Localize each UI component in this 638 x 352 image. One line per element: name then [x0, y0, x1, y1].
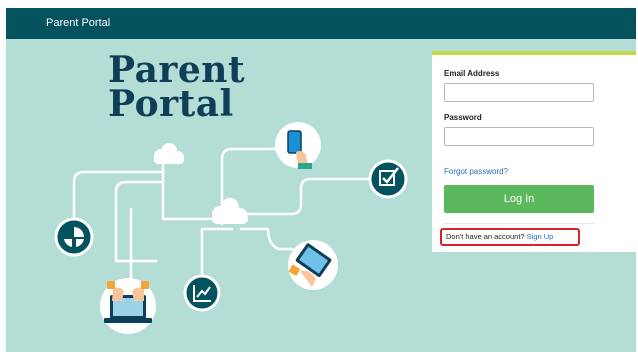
login-card: Email Address Password Forgot password? …	[432, 51, 636, 252]
cloud-icon	[212, 198, 248, 224]
growth-chart-icon	[183, 274, 221, 312]
login-button[interactable]: Log In	[444, 185, 594, 213]
signup-prompt: Don't have an account? Sign Up	[440, 228, 580, 246]
email-field[interactable]	[444, 83, 594, 102]
checkbox-icon	[368, 159, 408, 199]
signup-link[interactable]: Sign Up	[527, 232, 554, 241]
forgot-password-link[interactable]: Forgot password?	[444, 167, 508, 176]
page-frame: Parent Portal Parent Portal Email Addres…	[6, 8, 636, 352]
no-account-text: Don't have an account?	[446, 232, 525, 241]
pie-chart-icon	[54, 217, 94, 257]
header-bar: Parent Portal	[6, 8, 636, 39]
cloud-icon	[154, 143, 184, 164]
password-label: Password	[444, 113, 482, 122]
laptop-icon	[100, 278, 156, 334]
header-title: Parent Portal	[46, 17, 111, 29]
tablet-icon	[288, 240, 338, 290]
password-field[interactable]	[444, 127, 594, 146]
hero-banner: Parent Portal Email Address Password For…	[6, 39, 636, 352]
phone-in-hand-icon	[275, 122, 321, 169]
divider	[444, 223, 594, 224]
email-label: Email Address	[444, 69, 500, 78]
